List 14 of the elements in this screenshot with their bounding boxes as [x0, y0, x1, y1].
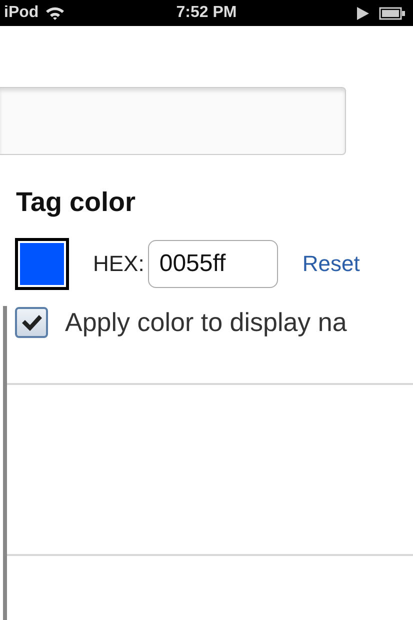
carrier-name: iPod [4, 4, 39, 22]
section-title: Tag color [16, 187, 137, 218]
battery-icon [379, 6, 405, 20]
checkbox[interactable] [15, 307, 48, 338]
hex-label: HEX: [93, 251, 144, 277]
color-swatch[interactable] [15, 238, 69, 290]
wifi-icon [44, 6, 65, 20]
reset-link[interactable]: Reset [302, 251, 360, 277]
checkbox-label: Apply color to display na [65, 307, 347, 338]
clock-time: 7:52 PM [176, 4, 237, 22]
text-field[interactable] [0, 87, 346, 155]
checkmark-icon [20, 314, 42, 332]
hex-input[interactable]: 0055ff [148, 240, 278, 288]
play-icon [357, 6, 369, 20]
